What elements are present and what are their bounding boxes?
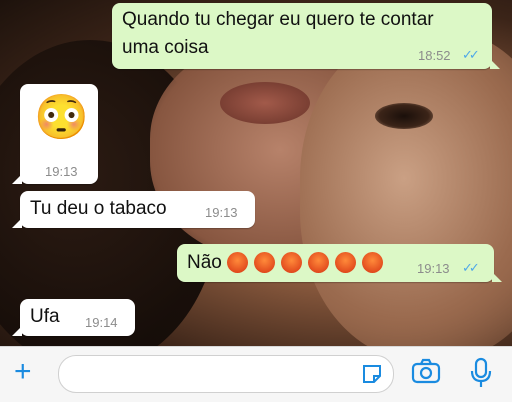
angry-face-emoji	[308, 252, 329, 274]
message-bubble-incoming[interactable]: 😳 19:13	[20, 84, 98, 184]
microphone-icon[interactable]	[470, 357, 492, 389]
message-bubble-incoming[interactable]: Tu deu o tabaco 19:13	[20, 191, 255, 228]
message-bubble-incoming[interactable]: Ufa 19:14	[20, 299, 135, 336]
message-time: 19:13	[205, 205, 238, 220]
message-text: Não	[187, 252, 222, 273]
read-ticks-icon: ✓✓	[462, 47, 480, 62]
message-time: 18:52	[418, 48, 451, 63]
camera-icon[interactable]	[411, 358, 441, 384]
angry-face-emoji	[254, 252, 275, 274]
message-time: 19:13	[417, 261, 450, 276]
angry-face-emoji	[362, 252, 383, 274]
message-text: Ufa	[30, 306, 60, 327]
angry-face-emoji	[281, 252, 302, 274]
message-text: Tu deu o tabaco	[30, 198, 167, 219]
bubble-tail	[12, 326, 22, 336]
message-text: Quando tu chegar eu quero te contar	[122, 9, 434, 30]
read-ticks-icon: ✓✓	[462, 260, 480, 275]
bubble-tail	[12, 174, 22, 184]
angry-face-emoji	[335, 252, 356, 274]
bubble-tail	[12, 218, 22, 228]
message-time: 19:13	[45, 164, 78, 179]
sticker-icon[interactable]	[361, 363, 383, 385]
message-bubble-outgoing[interactable]: Não 19:13 ✓✓	[177, 244, 494, 282]
angry-face-emoji	[227, 252, 248, 274]
composer-bar: +	[0, 346, 512, 402]
message-bubble-outgoing[interactable]: Quando tu chegar eu quero te contar uma …	[112, 3, 492, 69]
message-input[interactable]	[58, 355, 394, 393]
message-text: uma coisa	[122, 37, 209, 58]
bubble-tail	[490, 59, 500, 69]
angry-emoji-row	[221, 252, 383, 274]
message-time: 19:14	[85, 315, 118, 330]
flushed-face-emoji: 😳	[34, 93, 89, 142]
bubble-tail	[492, 272, 502, 282]
plus-icon[interactable]: +	[14, 357, 32, 387]
